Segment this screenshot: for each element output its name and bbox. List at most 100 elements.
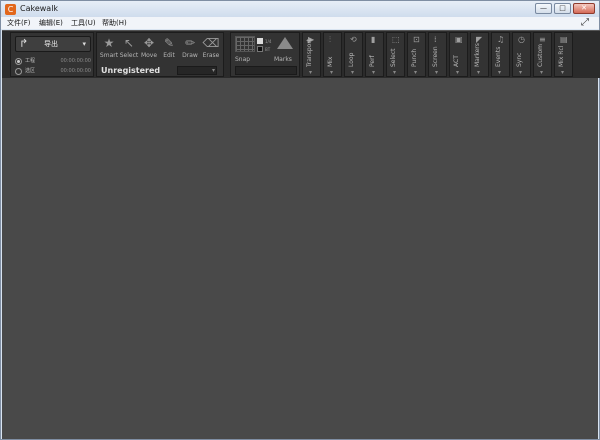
module-act[interactable]: ▣ ACT ▾ xyxy=(449,32,468,77)
export-label: 导出 xyxy=(44,40,58,48)
module-markers[interactable]: ◤ Markers ▾ xyxy=(470,32,489,77)
tool-smart[interactable]: ★ Smart xyxy=(99,35,119,65)
module-label: Sync xyxy=(516,52,523,67)
export-module: ↱ 导出 ▾ 工程 00:00:00:00 选区 00:00:00:00 xyxy=(10,32,94,77)
menu-edit[interactable]: 编辑(E) xyxy=(39,18,63,28)
export-option-time: 00:00:00:00 xyxy=(60,58,91,64)
module-label: Perf xyxy=(369,55,376,67)
module-label: Punch xyxy=(411,48,418,67)
tool-label: Edit xyxy=(163,52,175,59)
draw-pencil-icon: ✏ xyxy=(184,36,196,50)
chevron-down-icon[interactable]: ▾ xyxy=(414,69,417,76)
module-punch[interactable]: ⊡ Punch ▾ xyxy=(407,32,426,77)
module-loop[interactable]: ⟲ Loop ▾ xyxy=(344,32,363,77)
export-button[interactable]: ↱ 导出 ▾ xyxy=(15,36,91,52)
module-select[interactable]: ⬚ Select ▾ xyxy=(386,32,405,77)
chevron-down-icon[interactable]: ▾ xyxy=(309,69,312,76)
chevron-down-icon[interactable]: ▾ xyxy=(561,69,564,76)
cakewalk-app-icon[interactable]: C xyxy=(5,4,16,15)
tool-edit[interactable]: ✎ Edit xyxy=(159,35,179,65)
module-label: Events xyxy=(495,46,502,67)
tool-move[interactable]: ✥ Move xyxy=(139,35,159,65)
maximize-button[interactable]: □ xyxy=(554,3,571,14)
module-label: Custom xyxy=(537,44,544,67)
tool-label: Erase xyxy=(202,52,220,59)
module-label: Markers xyxy=(474,43,481,67)
module-label: Transport xyxy=(306,38,313,67)
export-option-project[interactable]: 工程 00:00:00:00 xyxy=(15,57,91,66)
module-screen[interactable]: ⁞ Screen ▾ xyxy=(428,32,447,77)
tools-module: ★ Smart ↖ Select ✥ Move ✎ Edit ✏ Draw ⌫ … xyxy=(96,32,224,77)
marks-label: Marks xyxy=(274,56,292,63)
module-custom[interactable]: ≡ Custom ▾ xyxy=(533,32,552,77)
module-label: Select xyxy=(390,48,397,67)
export-option-selection[interactable]: 选区 00:00:00:00 xyxy=(15,67,91,76)
marks-icon[interactable] xyxy=(277,37,293,49)
title-bar[interactable]: C Cakewalk — □ ✕ xyxy=(1,1,599,17)
chevron-down-icon[interactable]: ▾ xyxy=(330,69,333,76)
snap-resolution-label: 1/4 xyxy=(265,39,272,44)
minimize-button[interactable]: — xyxy=(535,3,552,14)
radio-button[interactable] xyxy=(15,58,22,65)
workspace-area[interactable] xyxy=(2,78,598,439)
tool-label: Select xyxy=(119,52,139,59)
module-label: Loop xyxy=(348,52,355,67)
module-mix-recall[interactable]: ▤ Mix Rcl ▾ xyxy=(554,32,573,77)
menu-bar: 文件(F) 编辑(E) 工具(U) 帮助(H) ⤢ xyxy=(1,17,599,29)
module-label: ACT xyxy=(453,55,460,67)
smart-star-icon: ★ xyxy=(103,36,115,50)
snap-module: 1/4 BT Snap Marks xyxy=(230,32,300,77)
chevron-down-icon[interactable]: ▾ xyxy=(393,69,396,76)
export-option-time: 00:00:00:00 xyxy=(60,68,91,74)
snap-mode-label: BT xyxy=(265,47,271,52)
module-transport[interactable]: ▶ Transport ▾ xyxy=(302,32,321,77)
radio-button[interactable] xyxy=(15,68,22,75)
chevron-down-icon[interactable]: ▾ xyxy=(498,69,501,76)
control-bar: ↱ 导出 ▾ 工程 00:00:00:00 选区 00:00:00:00 ★ S… xyxy=(2,30,600,78)
tool-label: Draw xyxy=(182,52,198,59)
snap-label: Snap xyxy=(235,56,251,63)
menu-help[interactable]: 帮助(H) xyxy=(102,18,127,28)
chevron-down-icon[interactable]: ▾ xyxy=(456,69,459,76)
expand-arrows-icon[interactable]: ⤢ xyxy=(581,18,589,28)
chevron-down-icon: ▾ xyxy=(211,67,215,74)
move-cross-icon: ✥ xyxy=(143,36,155,50)
tool-options-dropdown[interactable]: ▾ xyxy=(177,66,217,75)
select-arrow-icon: ↖ xyxy=(123,36,135,50)
snap-toggle[interactable] xyxy=(257,38,263,44)
registration-status: Unregistered xyxy=(101,66,161,75)
erase-icon: ⌫ xyxy=(202,36,220,50)
snap-duration-field[interactable] xyxy=(235,66,297,75)
chevron-down-icon[interactable]: ▾ xyxy=(82,39,86,49)
chevron-down-icon[interactable]: ▾ xyxy=(435,69,438,76)
module-label: Screen xyxy=(432,46,439,67)
tool-erase[interactable]: ⌫ Erase xyxy=(201,35,221,65)
module-events[interactable]: ♫ Events ▾ xyxy=(491,32,510,77)
tool-draw[interactable]: ✏ Draw xyxy=(180,35,200,65)
module-label: Mix xyxy=(327,56,334,67)
tool-select[interactable]: ↖ Select xyxy=(119,35,139,65)
module-perf[interactable]: ▮ Perf ▾ xyxy=(365,32,384,77)
tool-label: Smart xyxy=(99,52,119,59)
close-button[interactable]: ✕ xyxy=(573,3,595,14)
cakewalk-window: C Cakewalk — □ ✕ 文件(F) 编辑(E) 工具(U) 帮助(H)… xyxy=(0,0,600,440)
chevron-down-icon[interactable]: ▾ xyxy=(351,69,354,76)
module-sync[interactable]: ◷ Sync ▾ xyxy=(512,32,531,77)
chevron-down-icon[interactable]: ▾ xyxy=(372,69,375,76)
snap-grid-icon[interactable] xyxy=(235,36,255,52)
menu-tools[interactable]: 工具(U) xyxy=(71,18,96,28)
chevron-down-icon[interactable]: ▾ xyxy=(519,69,522,76)
chevron-down-icon[interactable]: ▾ xyxy=(540,69,543,76)
export-option-label: 选区 xyxy=(25,68,36,74)
module-label: Mix Rcl xyxy=(558,45,565,67)
chevron-down-icon[interactable]: ▾ xyxy=(477,69,480,76)
window-title: Cakewalk xyxy=(20,4,59,13)
tool-label: Move xyxy=(140,52,158,59)
edit-wrench-icon: ✎ xyxy=(163,36,175,50)
module-mix[interactable]: ⫶ Mix ▾ xyxy=(323,32,342,77)
window-controls: — □ ✕ xyxy=(535,3,595,14)
snap-mode-toggle[interactable] xyxy=(257,46,263,52)
menu-file[interactable]: 文件(F) xyxy=(7,18,31,28)
export-arrow-icon: ↱ xyxy=(19,37,29,50)
export-option-label: 工程 xyxy=(25,58,36,64)
